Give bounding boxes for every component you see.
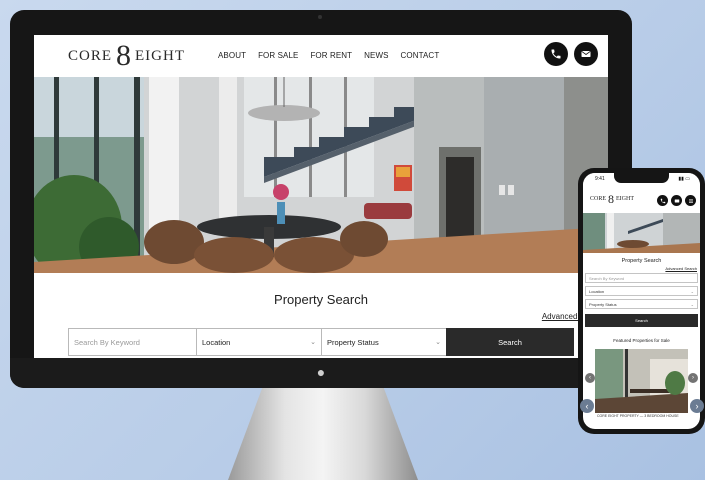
desktop-website: CORE 8 EIGHT ABOUT FOR SALE FOR RENT NEW…	[34, 35, 608, 362]
search-button[interactable]: Search	[446, 328, 574, 356]
mobile-header: CORE 8 EIGHT	[583, 187, 700, 213]
mobile-advanced-search-link[interactable]: Advanced Search	[665, 266, 697, 271]
envelope-icon	[581, 51, 591, 57]
signal-battery-icon: ▮▮ ▭	[678, 176, 690, 182]
mobile-header-icons	[657, 195, 696, 206]
imac-monitor: CORE 8 EIGHT ABOUT FOR SALE FOR RENT NEW…	[10, 10, 632, 388]
email-button[interactable]	[574, 42, 598, 66]
phone-icon	[660, 198, 665, 203]
site-logo[interactable]: CORE 8 EIGHT	[68, 39, 186, 72]
status-time: 9:41	[595, 176, 605, 182]
keyword-search-input[interactable]: Search By Keyword	[68, 328, 196, 356]
featured-properties-title: Featured Properties for Sale	[613, 338, 670, 343]
phone-notch	[614, 173, 669, 183]
logo-numeral: 8	[116, 39, 132, 72]
interior-photo	[34, 77, 608, 273]
mobile-menu-button[interactable]	[685, 195, 696, 206]
nav-item-about[interactable]: ABOUT	[218, 51, 246, 60]
location-select-value: Location	[202, 337, 231, 347]
search-bar: Search By Keyword Location ⌄ Property St…	[68, 328, 574, 356]
mobile-search-button[interactable]: Search	[585, 314, 698, 327]
chevron-left-icon[interactable]: ‹	[580, 399, 594, 413]
location-select[interactable]: Location ⌄	[196, 328, 321, 356]
mobile-phone-button[interactable]	[657, 195, 668, 206]
mobile-location-value: Location	[589, 288, 605, 294]
logo-word-core: CORE	[68, 47, 113, 64]
apple-logo-icon: ●	[316, 364, 326, 380]
carousel-next-button[interactable]: ›	[688, 373, 698, 383]
mobile-keyword-input[interactable]: Search By Keyword	[585, 273, 698, 283]
phone-icon	[551, 49, 561, 59]
mobile-logo[interactable]: CORE 8 EIGHT	[590, 192, 635, 206]
logo-word-core: CORE	[590, 196, 607, 202]
main-nav: ABOUT FOR SALE FOR RENT NEWS CONTACT	[218, 51, 439, 60]
mobile-website: 9:41 ▮▮ ▭ CORE 8 EIGHT Property Search A…	[583, 173, 700, 429]
logo-word-eight: EIGHT	[616, 196, 635, 202]
property-photo	[595, 349, 688, 413]
property-status-select[interactable]: Property Status ⌄	[321, 328, 446, 356]
mobile-status-value: Property Status	[589, 301, 617, 307]
nav-item-for-sale[interactable]: FOR SALE	[258, 51, 298, 60]
envelope-icon	[674, 199, 679, 202]
interior-photo	[583, 213, 700, 253]
hero-image	[34, 77, 608, 273]
mobile-email-button[interactable]	[671, 195, 682, 206]
featured-property-card[interactable]	[595, 349, 688, 413]
imac-chin: ●	[10, 358, 632, 388]
featured-property-caption: CORE EIGHT PROPERTY — 3 BEDROOM HOUSE	[595, 413, 688, 421]
logo-numeral: 8	[608, 192, 615, 206]
site-header: CORE 8 EIGHT ABOUT FOR SALE FOR RENT NEW…	[34, 35, 608, 77]
imac-stand	[228, 388, 418, 480]
logo-word-eight: EIGHT	[135, 47, 186, 64]
nav-item-contact[interactable]: CONTACT	[401, 51, 440, 60]
menu-icon	[688, 199, 693, 203]
carousel-prev-button[interactable]: ‹	[585, 373, 595, 383]
nav-item-news[interactable]: NEWS	[364, 51, 388, 60]
phone-button[interactable]	[544, 42, 568, 66]
header-contact-icons	[544, 42, 598, 66]
chevron-down-icon: ⌄	[310, 339, 316, 346]
mobile-location-select[interactable]: Location ⌄	[585, 286, 698, 296]
nav-item-for-rent[interactable]: FOR RENT	[310, 51, 352, 60]
phone-device: 9:41 ▮▮ ▭ CORE 8 EIGHT Property Search A…	[578, 168, 705, 434]
mobile-status-select[interactable]: Property Status ⌄	[585, 299, 698, 309]
mobile-hero-image	[583, 213, 700, 253]
chevron-down-icon: ⌄	[690, 289, 694, 294]
property-search-title: Property Search	[274, 292, 368, 307]
chevron-right-icon[interactable]: ›	[690, 399, 704, 413]
property-status-select-value: Property Status	[327, 337, 379, 347]
mobile-search-title: Property Search	[621, 258, 662, 264]
chevron-down-icon: ⌄	[690, 302, 694, 307]
camera-dot	[318, 15, 322, 19]
chevron-down-icon: ⌄	[435, 339, 441, 346]
